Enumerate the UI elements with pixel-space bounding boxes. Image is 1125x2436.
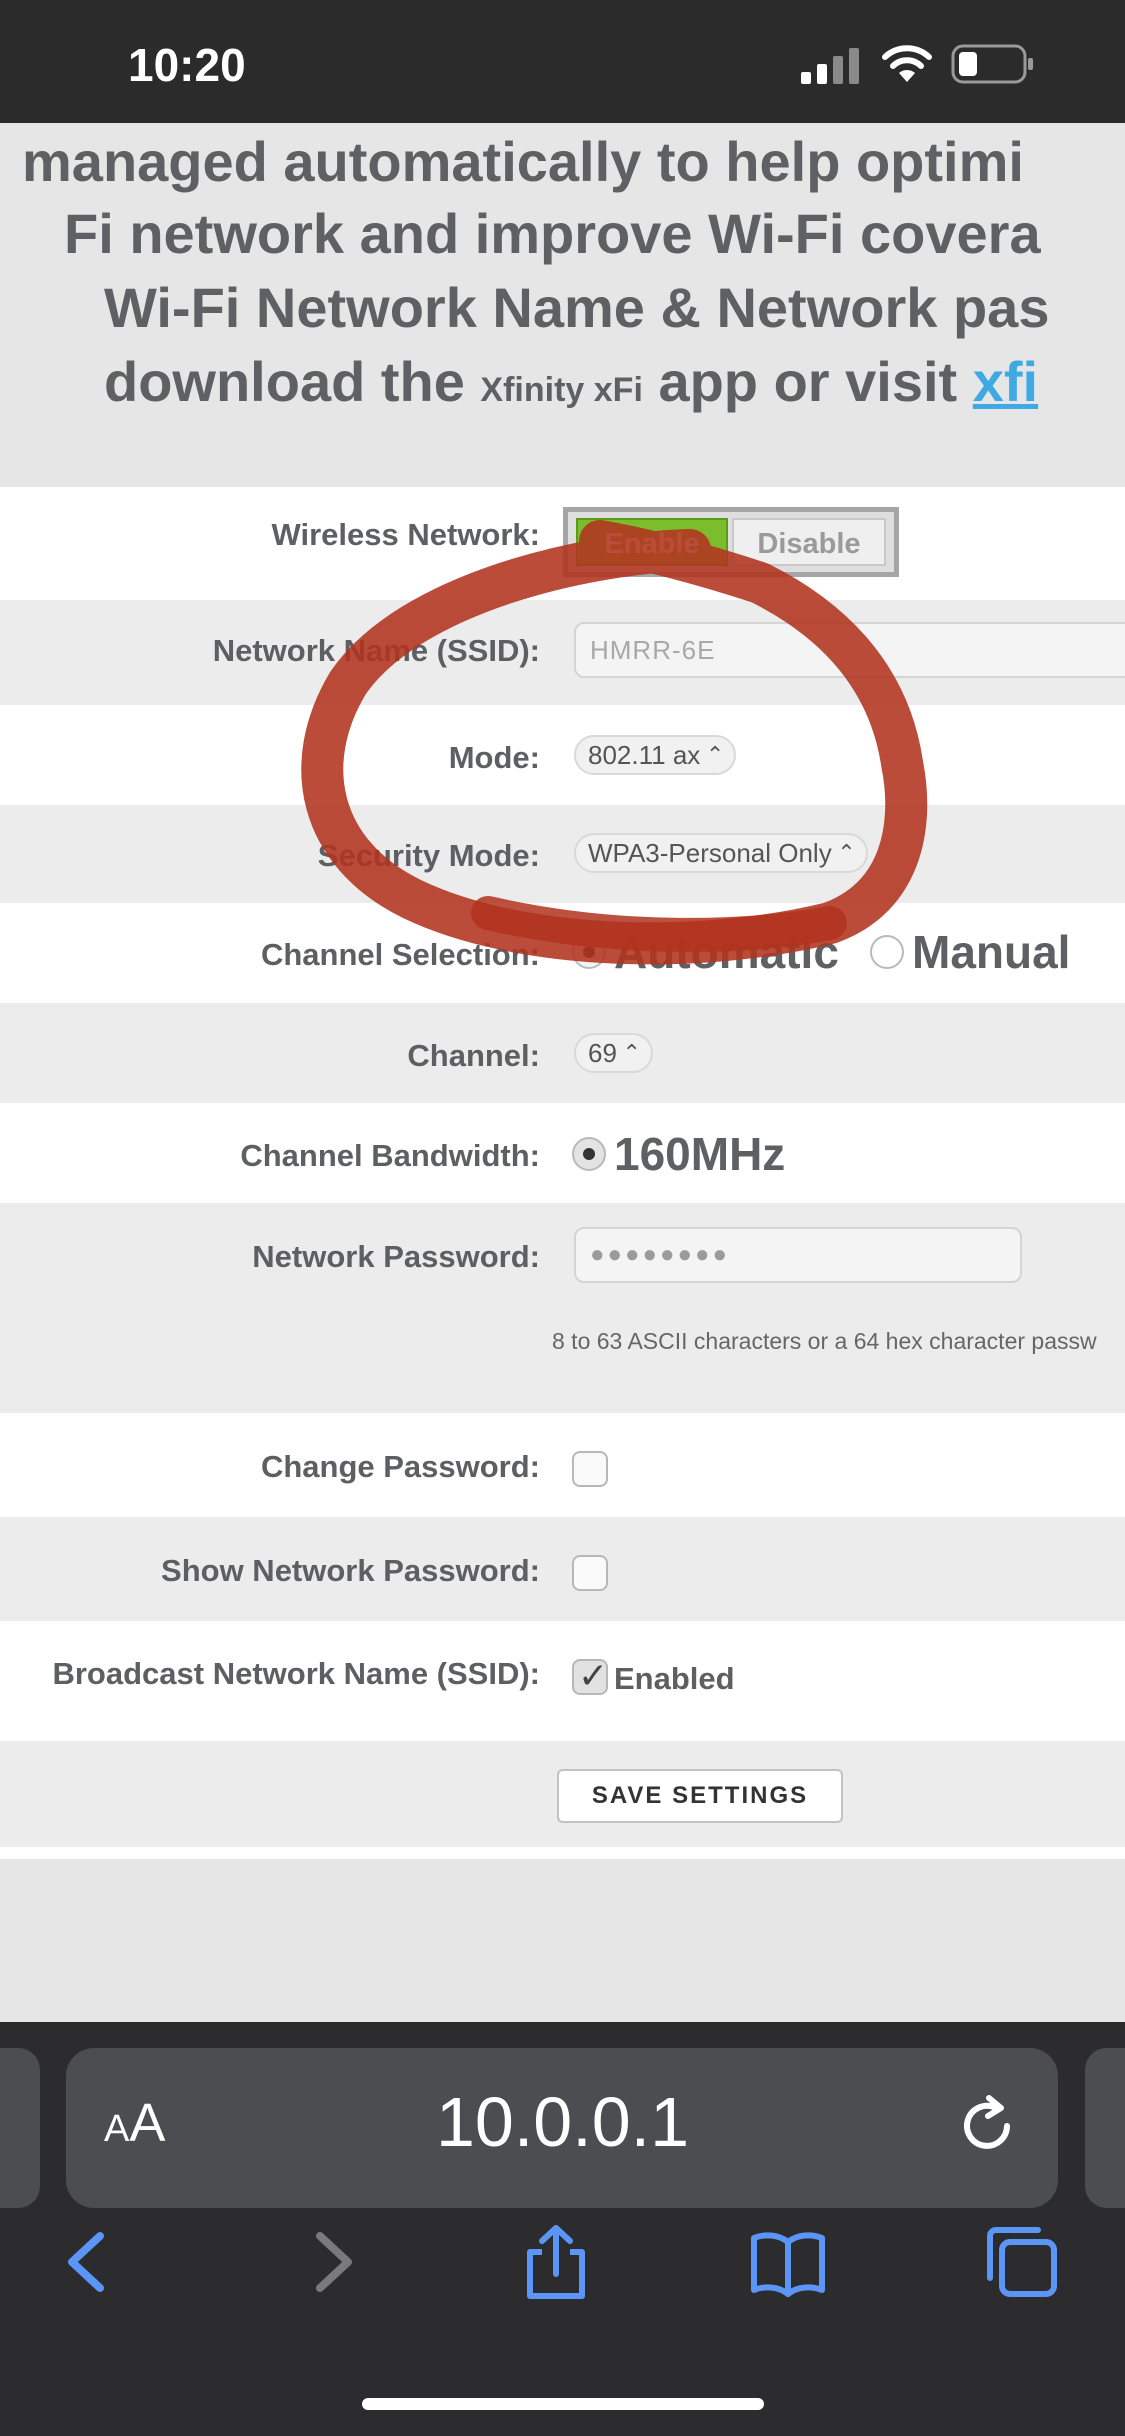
intro-line-4-mid: app or visit	[642, 350, 973, 413]
select-chevron-icon: ⌃	[705, 742, 725, 767]
wireless-network-toggle: Enable Disable	[563, 507, 899, 577]
row-save: SAVE SETTINGS	[0, 1741, 1125, 1847]
change-password-checkbox[interactable]	[572, 1451, 608, 1487]
intro-text: managed automatically to help optimi Fi …	[0, 123, 1125, 478]
ssid-input[interactable]: HMRR-6E	[574, 622, 1125, 678]
intro-line-4-prefix: download the	[104, 350, 481, 413]
channel-bandwidth-label: Channel Bandwidth:	[240, 1138, 540, 1173]
home-indicator[interactable]	[362, 2398, 764, 2410]
status-time: 10:20	[128, 39, 246, 91]
row-show-password: Show Network Password:	[0, 1517, 1125, 1621]
xfi-app-name: Xfinity xFi	[480, 371, 643, 409]
row-channel: Channel: 69 ⌃	[0, 1003, 1125, 1103]
back-icon[interactable]	[50, 2222, 130, 2302]
mode-label: Mode:	[448, 740, 540, 775]
show-password-label: Show Network Password:	[161, 1553, 540, 1588]
checkmark-icon: ✓	[578, 1655, 609, 1696]
channel-select[interactable]: 69 ⌃	[574, 1033, 653, 1073]
wifi-icon	[882, 45, 932, 82]
channel-label: Channel:	[407, 1038, 540, 1073]
mode-select[interactable]: 802.11 ax ⌃	[574, 735, 737, 775]
select-chevron-icon: ⌃	[837, 840, 856, 865]
ssid-label: Network Name (SSID):	[212, 633, 540, 668]
router-settings-page: managed automatically to help optimi Fi …	[0, 123, 1125, 2023]
password-hint: 8 to 63 ASCII characters or a 64 hex cha…	[552, 1328, 1097, 1354]
row-change-password: Change Password:	[0, 1413, 1125, 1517]
share-icon[interactable]	[516, 2222, 596, 2302]
row-channel-selection: Channel Selection: Automatic Manual	[0, 903, 1125, 1003]
enable-button[interactable]: Enable	[576, 518, 728, 566]
tabs-icon[interactable]	[982, 2222, 1062, 2302]
row-security-mode: Security Mode: WPA3-Personal Only ⌃	[0, 805, 1125, 903]
channel-selection-label: Channel Selection:	[260, 937, 540, 972]
automatic-radio[interactable]	[572, 935, 606, 969]
security-mode-label: Security Mode:	[317, 838, 540, 873]
save-settings-button[interactable]: SAVE SETTINGS	[557, 1769, 843, 1823]
xfi-link[interactable]: xfi	[973, 350, 1038, 413]
change-password-label: Change Password:	[260, 1449, 540, 1484]
row-wireless-network: Wireless Network: Enable Disable	[0, 487, 1125, 600]
select-chevron-icon: ⌃	[622, 1040, 641, 1065]
channel-value: 69	[588, 1038, 617, 1068]
manual-label: Manual	[912, 926, 1071, 978]
row-channel-bandwidth: Channel Bandwidth: 160MHz	[0, 1103, 1125, 1203]
mode-value: 802.11 ax	[588, 740, 701, 770]
bandwidth-radio[interactable]	[572, 1137, 606, 1171]
battery-icon	[951, 44, 1033, 84]
security-mode-select[interactable]: WPA3-Personal Only ⌃	[574, 833, 868, 873]
row-ssid: Network Name (SSID): HMRR-6E	[0, 600, 1125, 705]
show-password-checkbox[interactable]	[572, 1555, 608, 1591]
manual-radio[interactable]	[870, 935, 904, 969]
forward-icon[interactable]	[290, 2222, 370, 2302]
disable-button[interactable]: Disable	[732, 518, 886, 566]
browser-toolbar: AA 10.0.0.1	[0, 2022, 1125, 2436]
signal-icon	[801, 48, 859, 84]
intro-line-3: Wi-Fi Network Name & Network pas	[104, 276, 1050, 339]
status-icons	[801, 44, 1041, 84]
intro-line-4: download the Xfinity xFi app or visit xf…	[104, 349, 1038, 414]
network-password-label: Network Password:	[252, 1239, 540, 1274]
intro-line-2: Fi network and improve Wi-Fi covera	[64, 202, 1041, 265]
bandwidth-value: 160MHz	[614, 1128, 786, 1180]
broadcast-ssid-checkbox[interactable]: ✓	[572, 1655, 608, 1696]
network-password-input[interactable]: ●●●●●●●●	[574, 1227, 1022, 1283]
intro-line-1: managed automatically to help optimi	[22, 130, 1024, 193]
automatic-label: Automatic	[614, 926, 839, 978]
reload-icon[interactable]	[955, 2094, 1019, 2158]
form-bottom-divider	[0, 1847, 1125, 1859]
status-bar: 10:20	[0, 0, 1125, 123]
wireless-network-label: Wireless Network:	[271, 517, 540, 552]
broadcast-ssid-label: Broadcast Network Name (SSID):	[52, 1656, 540, 1691]
row-network-password: Network Password: ●●●●●●●● 8 to 63 ASCII…	[0, 1203, 1125, 1413]
security-mode-value: WPA3-Personal Only	[588, 838, 832, 868]
broadcast-ssid-value: Enabled	[614, 1661, 735, 1696]
row-mode: Mode: 802.11 ax ⌃	[0, 705, 1125, 805]
row-broadcast-ssid: Broadcast Network Name (SSID): ✓ Enabled	[0, 1621, 1125, 1741]
bookmarks-icon[interactable]	[748, 2222, 828, 2302]
